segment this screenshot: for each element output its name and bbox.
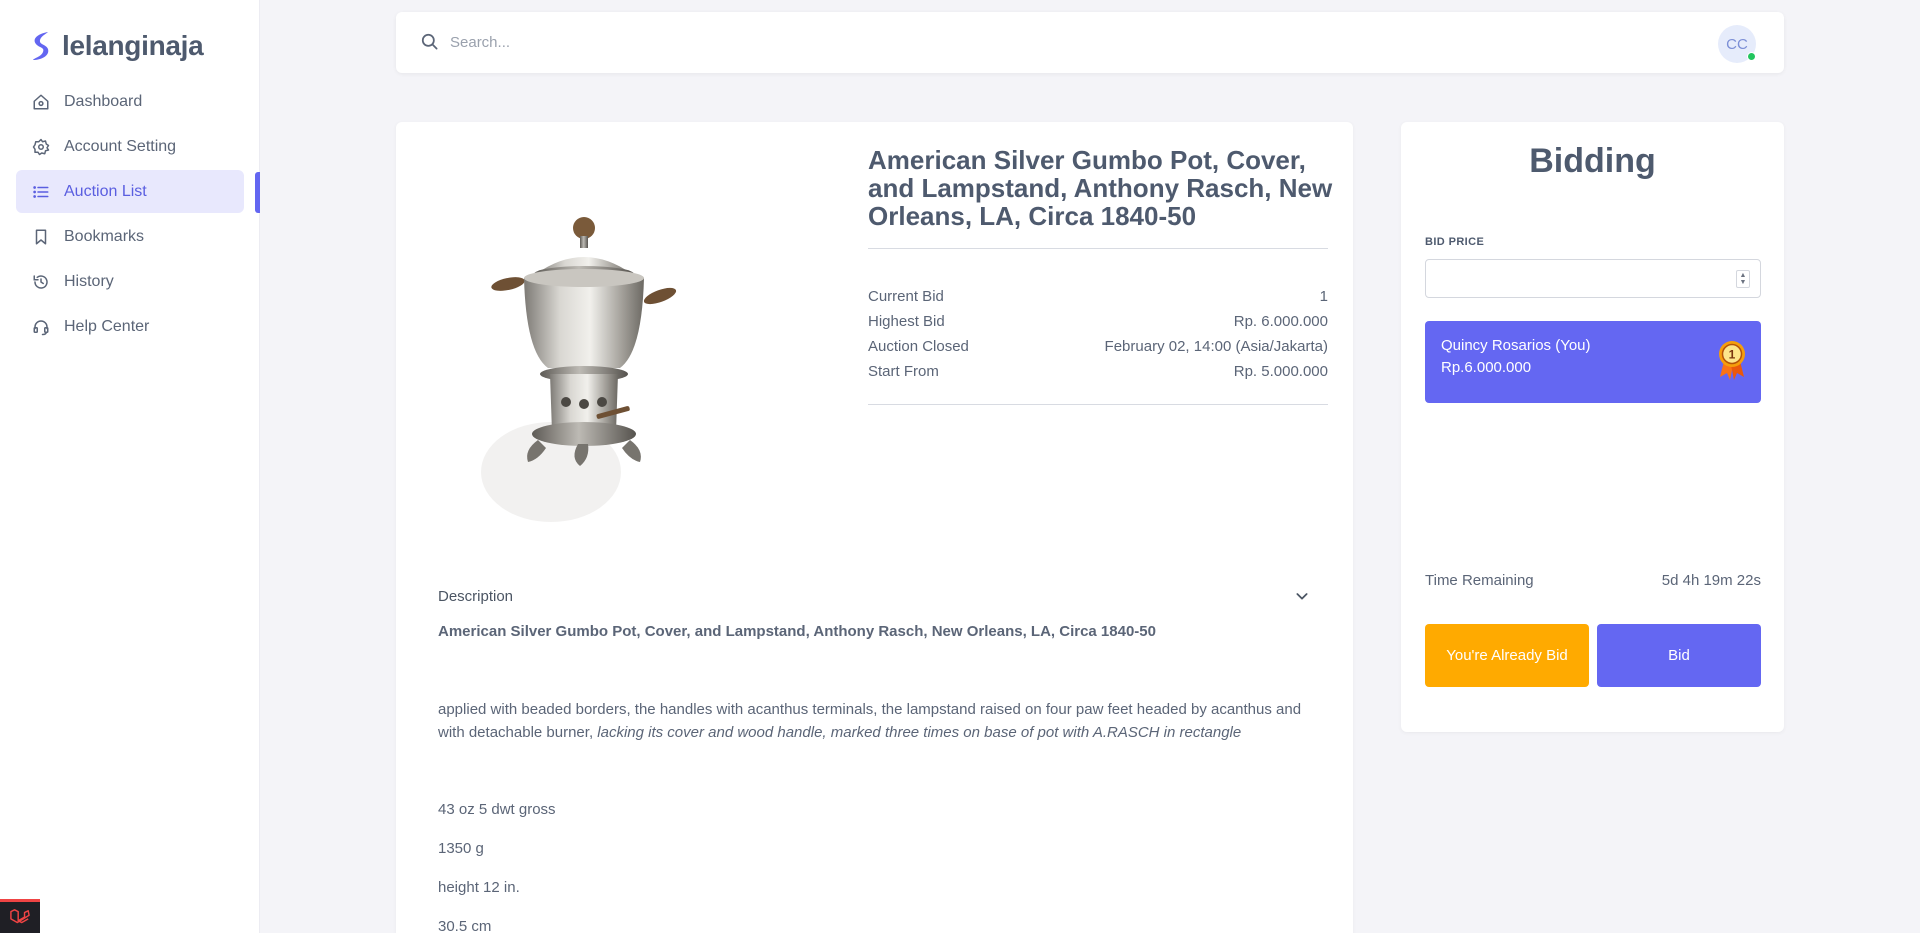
measurements-list: 43 oz 5 dwt gross 1350 g height 12 in. 3… <box>438 798 556 933</box>
info-row-auction-closed: Auction Closed February 02, 14:00 (Asia/… <box>868 338 1328 363</box>
time-remaining-row: Time Remaining 5d 4h 19m 22s <box>1425 572 1761 589</box>
info-value: Rp. 5.000.000 <box>1233 363 1328 380</box>
info-label: Auction Closed <box>868 338 969 355</box>
brand-logo-icon <box>28 29 54 63</box>
description-content: American Silver Gumbo Pot, Cover, and La… <box>438 620 1310 744</box>
bid-button-label: Bid <box>1668 647 1690 664</box>
history-icon <box>33 274 48 289</box>
leading-bidder-card: Quincy Rosarios (You) Rp.6.000.000 1 <box>1425 321 1761 403</box>
time-remaining-label: Time Remaining <box>1425 572 1534 589</box>
info-value: Rp. 6.000.000 <box>1233 313 1328 330</box>
leading-bidder-amount: Rp.6.000.000 <box>1441 359 1532 376</box>
measurement-item: 1350 g <box>438 840 484 857</box>
bidding-panel: Bidding BID PRICE ▲ ▼ Quincy Rosarios (Yo… <box>1401 122 1784 732</box>
topbar: CC <box>396 12 1784 73</box>
already-bid-label: You're Already Bid <box>1446 647 1568 664</box>
description-note: lacking its cover and wood handle, marke… <box>597 724 1242 741</box>
info-value: 1 <box>1319 288 1328 305</box>
description-body: applied with beaded borders, the handles… <box>438 698 1310 744</box>
headset-icon <box>33 319 49 335</box>
info-row-highest-bid: Highest Bid Rp. 6.000.000 <box>868 313 1328 338</box>
description-label: Description <box>438 587 514 605</box>
sidebar-item-label: Help Center <box>64 317 150 335</box>
avatar[interactable]: CC <box>1718 25 1756 63</box>
measurement-item: 30.5 cm <box>438 918 492 933</box>
sidebar-item-label: History <box>64 272 114 290</box>
divider <box>868 248 1328 249</box>
measurement-item: height 12 in. <box>438 879 520 896</box>
bid-button[interactable]: Bid <box>1597 624 1761 687</box>
time-remaining-value: 5d 4h 19m 22s <box>1661 572 1761 589</box>
list-icon <box>33 185 49 198</box>
divider <box>868 404 1328 405</box>
brand-name: lelanginaja <box>62 30 204 61</box>
info-label: Highest Bid <box>868 313 945 330</box>
home-icon <box>33 94 49 109</box>
product-card: American Silver Gumbo Pot, Cover, and La… <box>396 122 1353 933</box>
sidebar-item-history[interactable]: History <box>16 260 244 303</box>
search-input[interactable] <box>450 24 1010 60</box>
first-place-medal-icon: 1 <box>1719 341 1745 380</box>
description-toggle[interactable]: Description <box>438 582 1310 610</box>
sidebar-item-bookmarks[interactable]: Bookmarks <box>16 215 244 258</box>
info-label: Current Bid <box>868 288 944 305</box>
bid-price-label: BID PRICE <box>1425 236 1485 248</box>
medal-rank: 1 <box>1729 348 1736 362</box>
measurement-item: 43 oz 5 dwt gross <box>438 801 556 818</box>
sidebar-nav: Dashboard Account Setting Auction List B… <box>16 80 244 350</box>
avatar-initials: CC <box>1726 35 1748 53</box>
online-status-dot <box>1747 52 1756 61</box>
sidebar-item-auction-list[interactable]: Auction List <box>16 170 244 213</box>
number-spinner-icon[interactable]: ▲ ▼ <box>1736 270 1750 288</box>
sidebar-item-account-setting[interactable]: Account Setting <box>16 125 244 168</box>
sidebar-item-dashboard[interactable]: Dashboard <box>16 80 244 123</box>
sidebar-item-label: Auction List <box>64 182 147 200</box>
brand[interactable]: lelanginaja <box>28 26 204 66</box>
laravel-debug-icon[interactable] <box>0 899 40 933</box>
info-label: Start From <box>868 363 939 380</box>
sidebar: lelanginaja Dashboard Account Setting Au… <box>0 0 260 933</box>
bidding-heading: Bidding <box>1529 142 1656 180</box>
active-nav-marker <box>255 172 260 213</box>
already-bid-button[interactable]: You're Already Bid <box>1425 624 1589 687</box>
info-value: February 02, 14:00 (Asia/Jakarta) <box>1104 338 1328 355</box>
product-title: American Silver Gumbo Pot, Cover, and La… <box>868 145 1333 231</box>
bid-price-input[interactable]: ▲ ▼ <box>1425 259 1761 298</box>
sidebar-item-label: Account Setting <box>64 137 177 155</box>
info-row-start-from: Start From Rp. 5.000.000 <box>868 363 1328 388</box>
gear-icon <box>32 138 50 155</box>
sidebar-item-help-center[interactable]: Help Center <box>16 305 244 348</box>
info-row-current-bid: Current Bid 1 <box>868 288 1328 313</box>
auction-info-table: Current Bid 1 Highest Bid Rp. 6.000.000 … <box>868 288 1328 388</box>
sidebar-item-label: Bookmarks <box>64 227 145 245</box>
bookmark-icon <box>35 229 47 244</box>
sidebar-item-label: Dashboard <box>64 92 143 110</box>
leading-bidder-name: Quincy Rosarios (You) <box>1441 337 1591 354</box>
search-icon <box>421 33 438 50</box>
chevron-down-icon[interactable] <box>1294 588 1310 604</box>
description-title: American Silver Gumbo Pot, Cover, and La… <box>438 623 1156 640</box>
product-image <box>466 212 706 532</box>
